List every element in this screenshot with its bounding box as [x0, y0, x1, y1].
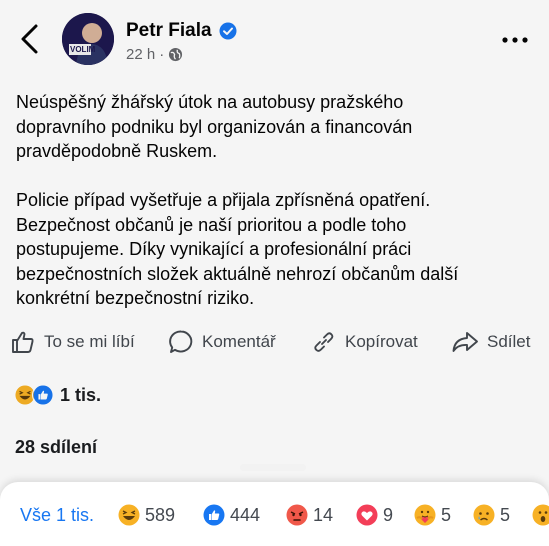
tab-all-reactions[interactable]: Vše 1 tis. [20, 502, 94, 528]
haha-count: 589 [145, 504, 176, 525]
tab-love[interactable]: 9 [356, 502, 393, 528]
haha-emoji-icon [118, 504, 140, 526]
sheet-grabber-handle[interactable] [240, 464, 306, 471]
heart-emoji-icon [356, 504, 378, 526]
angry-emoji-icon [286, 504, 308, 526]
wow-emoji-icon [532, 504, 549, 526]
love-count: 9 [383, 504, 394, 525]
tab-angry[interactable]: 14 [286, 502, 333, 528]
tab-haha[interactable]: 589 [118, 502, 175, 528]
like-emoji-icon [203, 504, 225, 526]
tab-care[interactable]: 5 [414, 502, 451, 528]
like-count: 444 [230, 504, 261, 525]
tab-all-label: Vše 1 tis. [20, 504, 95, 525]
tab-like[interactable]: 444 [203, 502, 260, 528]
sad-count: 5 [500, 504, 511, 525]
care-count: 5 [441, 504, 452, 525]
angry-count: 14 [313, 504, 334, 525]
tab-sad[interactable]: 5 [473, 502, 510, 528]
tab-wow[interactable] [532, 502, 549, 528]
care-emoji-icon [414, 504, 436, 526]
sad-emoji-icon [473, 504, 495, 526]
